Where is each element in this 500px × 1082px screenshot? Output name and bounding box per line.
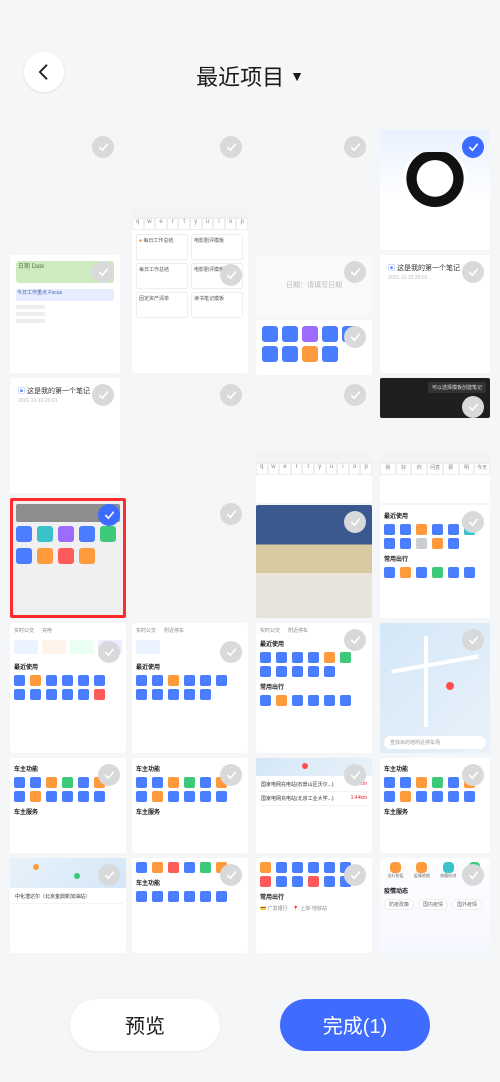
grid-item[interactable]: 中化潜达尔（北京金鼎新加油站）: [10, 858, 126, 953]
checkbox-icon[interactable]: [220, 384, 242, 406]
map-pin-icon: [302, 763, 308, 769]
grid-item[interactable]: ▣ 这是我的第一个笔记 2021-12-10 20:01: [380, 255, 490, 373]
grid-item[interactable]: 实时公交充电 最近使用: [10, 623, 126, 753]
keyboard-row-cn: 我好你问意那明今天: [380, 463, 490, 475]
checkbox-icon[interactable]: [98, 641, 120, 663]
checkbox-icon[interactable]: [344, 261, 366, 283]
arrow-left-icon: [34, 62, 54, 82]
checkbox-icon[interactable]: [220, 641, 242, 663]
checkbox-icon[interactable]: [462, 864, 484, 886]
grid-item[interactable]: 车主功能 车主服务: [10, 758, 126, 853]
checkbox-icon[interactable]: [220, 764, 242, 786]
grid-item[interactable]: 查找目的地附近停车场: [380, 623, 490, 753]
grid-item[interactable]: 车主功能: [132, 858, 248, 953]
checkbox-icon[interactable]: [344, 136, 366, 158]
page-title: 最近项目: [196, 60, 284, 92]
checkbox-icon[interactable]: [220, 503, 242, 525]
grid-item[interactable]: 国家电网充电站(石景山区沃尔...)1.03km 国家电网充电站(北京工业大学.…: [256, 758, 372, 853]
grid-item[interactable]: 出行防疫 疫情地图 核酸检测 健康关怀 疫情动态 防疫政策 国内疫情 国外疫情: [380, 858, 490, 953]
image-grid: 日期 Date 今日工作重点 Focus qwertyuiop ● 每日工作总结…: [10, 130, 490, 967]
grid-item[interactable]: 日期：请填写日期: [256, 255, 372, 315]
checkbox-icon[interactable]: [92, 261, 114, 283]
chevron-down-icon: ▼: [290, 68, 304, 84]
title-dropdown[interactable]: 最近项目 ▼: [196, 60, 304, 92]
grid-item[interactable]: [132, 453, 248, 618]
done-label: 完成(1): [323, 1010, 387, 1039]
keyboard-row: qwertyuiop: [132, 218, 248, 230]
back-button[interactable]: [24, 52, 64, 92]
checkbox-icon[interactable]: [344, 511, 366, 533]
checkbox-icon[interactable]: [220, 136, 242, 158]
checkbox-icon[interactable]: [344, 326, 366, 348]
map-pin-icon: [446, 682, 454, 690]
grid-item[interactable]: 实时公交附近停车 最近使用 常用出行: [256, 623, 372, 753]
checkbox-icon[interactable]: [462, 629, 484, 651]
checkbox-icon[interactable]: [220, 264, 242, 286]
checkbox-icon[interactable]: [344, 764, 366, 786]
grid-item[interactable]: [380, 130, 490, 250]
checkbox-icon[interactable]: [462, 511, 484, 533]
preview-label: 预览: [125, 1010, 165, 1039]
grid-item[interactable]: qwertyuiop: [256, 453, 372, 503]
footer: 预览 完成(1): [0, 967, 500, 1082]
preview-button[interactable]: 预览: [70, 999, 220, 1051]
grid-item[interactable]: qwertyuiop ● 每日工作总结 电影剧评模板 每日工作总结 电影剧评模板…: [132, 208, 248, 373]
checkbox-icon[interactable]: [462, 764, 484, 786]
checkbox-icon[interactable]: [98, 764, 120, 786]
checkbox-icon[interactable]: [462, 396, 484, 418]
grid-item[interactable]: 我好你问意那明今天: [380, 453, 490, 503]
done-button[interactable]: 完成(1): [280, 999, 430, 1051]
grid-item[interactable]: [256, 320, 372, 375]
grid-item[interactable]: 常用出行 💳 广发银行 📍 上岸·地铁站: [256, 858, 372, 953]
checkbox-icon[interactable]: [98, 864, 120, 886]
checkbox-icon[interactable]: [462, 136, 484, 158]
grid-item[interactable]: [256, 505, 372, 618]
grid-item[interactable]: [256, 130, 372, 250]
grid-item[interactable]: [256, 378, 372, 448]
grid-item[interactable]: [10, 130, 120, 250]
map-pin-icon: [74, 873, 80, 879]
checkbox-icon[interactable]: [344, 864, 366, 886]
grid-item[interactable]: 日期 Date 今日工作重点 Focus: [10, 255, 120, 373]
keyboard-row: qwertyuiop: [256, 463, 372, 475]
grid-item[interactable]: 实时公交附近停车 最近使用: [132, 623, 248, 753]
checkbox-icon[interactable]: [92, 384, 114, 406]
grid-item[interactable]: [132, 378, 248, 448]
grid-item[interactable]: 车主功能 车主服务: [380, 758, 490, 853]
header: 最近项目 ▼: [0, 0, 500, 110]
checkbox-icon[interactable]: [344, 384, 366, 406]
map-pin-icon: [33, 864, 39, 870]
grid-item[interactable]: [132, 130, 248, 202]
grid-item[interactable]: ▣ 这是我的第一个笔记 2021-12-10 20:01: [10, 378, 120, 493]
checkbox-icon[interactable]: [462, 261, 484, 283]
grid-item[interactable]: 最近使用 常用出行: [380, 505, 490, 618]
checkbox-icon[interactable]: [98, 504, 120, 526]
grid-item-selected[interactable]: [10, 498, 126, 618]
checkbox-icon[interactable]: [92, 136, 114, 158]
checkbox-icon[interactable]: [344, 629, 366, 651]
checkbox-icon[interactable]: [220, 864, 242, 886]
grid-item[interactable]: 可以选择模板创建笔记: [380, 378, 490, 418]
grid-item[interactable]: 车主功能 车主服务: [132, 758, 248, 853]
